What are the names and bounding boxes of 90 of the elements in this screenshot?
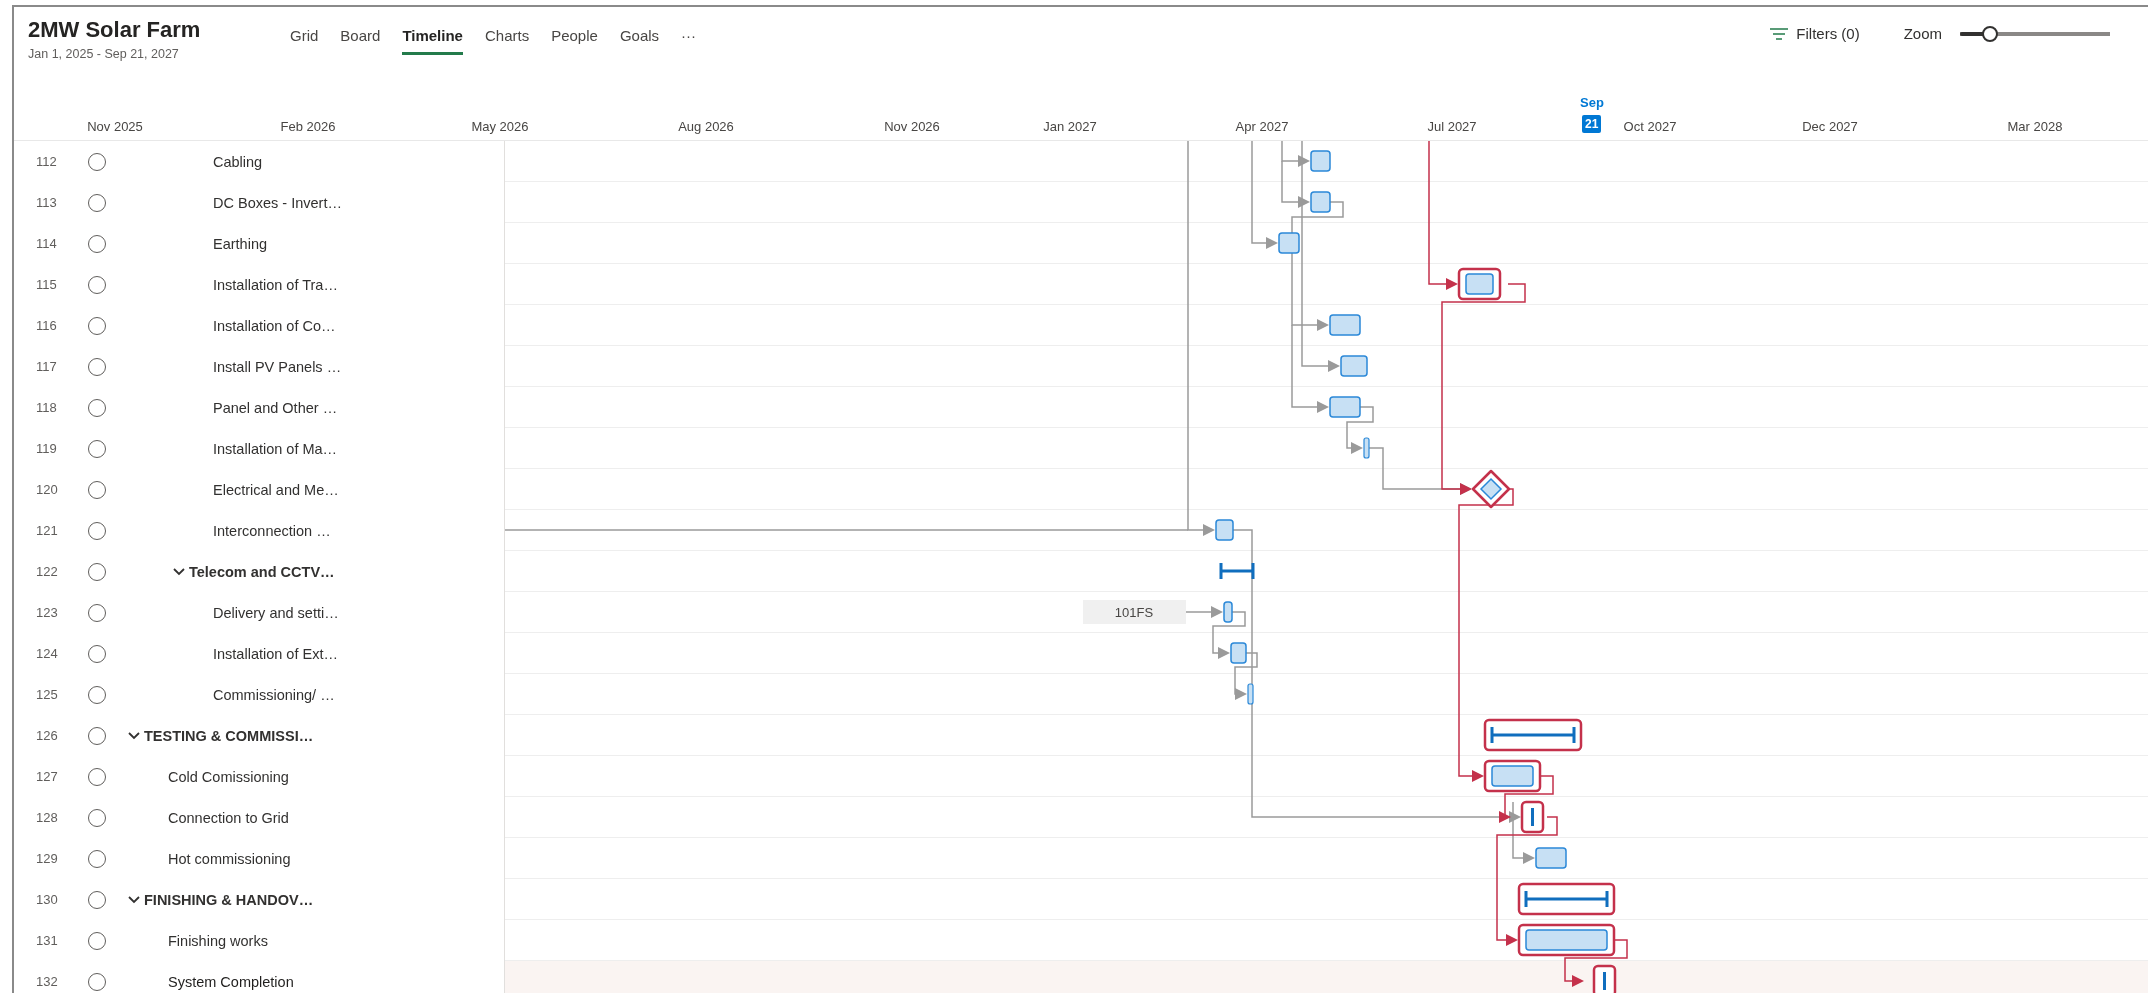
task-bar[interactable] <box>1310 191 1331 213</box>
row-number: 129 <box>35 851 59 866</box>
month-label: Dec 2027 <box>1802 119 1858 134</box>
project-title: 2MW Solar Farm <box>28 17 202 43</box>
task-title[interactable]: Installation of Tra… <box>213 276 338 293</box>
row-number: 131 <box>35 933 59 948</box>
task-title[interactable]: Interconnection … <box>213 522 331 539</box>
row-number: 125 <box>35 687 59 702</box>
month-label: May 2026 <box>471 119 529 134</box>
month-label: Oct 2027 <box>1623 119 1677 134</box>
month-label: Nov 2026 <box>884 119 940 134</box>
task-title[interactable]: Installation of Ext… <box>213 645 338 662</box>
chevron-icon[interactable] <box>128 895 140 904</box>
task-title[interactable]: Finishing works <box>168 932 268 949</box>
row-number: 130 <box>35 892 59 907</box>
task-title[interactable]: Install PV Panels … <box>213 358 342 375</box>
task-title[interactable]: Installation of Ma… <box>213 440 338 457</box>
filters-button[interactable]: Filters (0) <box>1770 25 1860 42</box>
task-bar[interactable] <box>1223 601 1233 623</box>
summary-bar[interactable] <box>1483 718 1583 752</box>
group-title[interactable]: Telecom and CCTV… <box>189 563 335 580</box>
row-number: 117 <box>35 359 58 374</box>
task-title[interactable]: DC Boxes - Invert… <box>213 194 342 211</box>
row-number: 120 <box>35 482 59 497</box>
month-label: Feb 2026 <box>280 119 336 134</box>
month-label: Mar 2028 <box>2007 119 2063 134</box>
chevron-icon[interactable] <box>128 731 140 740</box>
task-title[interactable]: Cold Comissioning <box>168 768 289 785</box>
task-bar[interactable] <box>1457 267 1502 301</box>
task-title[interactable]: Cabling <box>213 153 263 170</box>
view-tab[interactable]: Goals <box>619 27 660 55</box>
task-bar[interactable] <box>1247 683 1254 705</box>
summary-bar[interactable] <box>1219 561 1255 581</box>
month-label: Aug 2026 <box>678 119 734 134</box>
filter-icon <box>1770 27 1789 40</box>
group-title[interactable]: TESTING & COMMISSI… <box>144 727 314 744</box>
task-bar[interactable] <box>1363 437 1370 459</box>
task-bar[interactable] <box>1483 759 1542 793</box>
lag-label: 101FS <box>1114 605 1154 620</box>
row-number: 123 <box>35 605 59 620</box>
month-label: Jan 2027 <box>1043 119 1097 134</box>
milestone-diamond[interactable] <box>1471 469 1511 509</box>
view-tab[interactable]: Grid <box>290 27 319 55</box>
slider-thumb[interactable] <box>1982 25 1998 42</box>
critical-dependency-arrow <box>1564 939 1628 987</box>
task-bar[interactable] <box>1230 642 1247 664</box>
task-bar[interactable] <box>1310 150 1331 172</box>
project-dates: Jan 1, 2025 - Sep 21, 2027 <box>28 47 180 61</box>
row-number: 119 <box>35 441 58 456</box>
task-title[interactable]: Commissioning/ … <box>213 686 335 703</box>
zoom-label: Zoom <box>1903 25 1942 42</box>
month-label: Nov 2025 <box>87 119 143 134</box>
today-month: Sep <box>1580 95 1604 110</box>
row-number: 124 <box>35 646 59 661</box>
row-number: 121 <box>35 523 59 538</box>
view-tab[interactable]: Board <box>340 27 381 55</box>
chevron-icon[interactable] <box>173 567 185 576</box>
task-title[interactable]: Delivery and setti… <box>213 604 339 621</box>
summary-bar[interactable] <box>1517 882 1616 916</box>
task-title[interactable]: Earthing <box>213 235 267 252</box>
task-title[interactable]: Connection to Grid <box>168 809 289 826</box>
row-number: 128 <box>35 810 59 825</box>
row-number: 126 <box>35 728 59 743</box>
task-title[interactable]: Panel and Other … <box>213 399 338 416</box>
task-bar[interactable] <box>1517 923 1616 957</box>
row-number: 114 <box>35 236 58 251</box>
today-marker: 21 <box>1582 115 1602 133</box>
group-title[interactable]: FINISHING & HANDOV… <box>144 891 314 908</box>
view-tab[interactable]: ··· <box>681 27 697 55</box>
task-bar[interactable] <box>1592 964 1617 993</box>
view-tab[interactable]: Timeline <box>402 27 463 55</box>
month-label: Apr 2027 <box>1235 119 1289 134</box>
row-number: 118 <box>35 400 58 415</box>
task-bar[interactable] <box>1278 232 1300 254</box>
view-tab[interactable]: People <box>551 27 598 55</box>
task-title[interactable]: Installation of Co… <box>213 317 336 334</box>
row-number: 127 <box>35 769 59 784</box>
row-number: 132 <box>35 974 59 989</box>
row-number: 113 <box>35 195 58 210</box>
task-title[interactable]: Electrical and Me… <box>213 481 339 498</box>
row-number: 116 <box>35 318 58 333</box>
row-number: 115 <box>35 277 58 292</box>
row-number: 112 <box>35 154 58 169</box>
month-label: Jul 2027 <box>1427 119 1477 134</box>
task-title[interactable]: Hot commissioning <box>168 850 291 867</box>
view-tab[interactable]: Charts <box>484 27 530 55</box>
task-title[interactable]: System Completion <box>168 973 294 990</box>
task-bar[interactable] <box>1215 519 1234 541</box>
row-number: 122 <box>35 564 59 579</box>
task-bar[interactable] <box>1520 800 1545 834</box>
